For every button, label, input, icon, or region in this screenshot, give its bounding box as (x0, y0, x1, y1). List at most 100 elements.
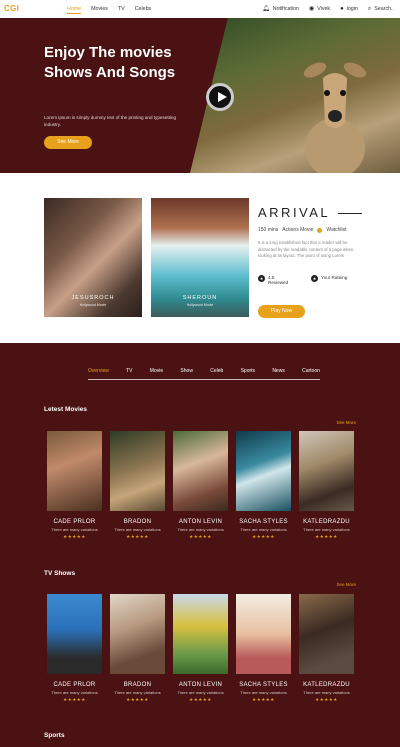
card-name: KATLEDRAZDU (303, 519, 350, 525)
tab-overview[interactable]: Overview (88, 368, 109, 374)
card-name: ANTON LEVIN (178, 682, 223, 688)
tv-card[interactable]: KATLEDRAZDU There are many variations ★★… (299, 594, 354, 703)
user-icon: ● (340, 6, 344, 12)
movie-poster (47, 431, 102, 511)
star-icon: ★ (258, 275, 265, 282)
card-desc: There are many variations (51, 527, 98, 532)
tv-card[interactable]: ANTON LEVIN There are many variations ★★… (173, 594, 228, 703)
tab-celeb[interactable]: Celeb (210, 368, 223, 374)
card-name: SACHA STYLES (239, 682, 288, 688)
play-button[interactable] (206, 83, 234, 111)
title-divider (338, 213, 362, 214)
tab-tv[interactable]: TV (126, 368, 132, 374)
tv-card[interactable]: BRADON There are many variations ★★★★★ (110, 594, 165, 703)
poster-subtitle: Hollywood Movie (79, 303, 107, 307)
feature-meta: 150 mins Actions Movie Watchlist (258, 227, 347, 233)
tv-shows-row: CADE PRLOR There are many variations ★★★… (47, 594, 354, 703)
nav-link-movies[interactable]: Movies (91, 6, 108, 14)
vivek-link[interactable]: ◉ Vivek (309, 6, 330, 12)
search-link[interactable]: ⌕ Search.. (368, 6, 394, 12)
tv-poster (299, 594, 354, 674)
card-desc: There are many variations (114, 690, 161, 695)
card-stars: ★★★★★ (126, 534, 149, 539)
reviews-text: 4.5 Reviewed (268, 275, 288, 285)
login-link[interactable]: ● login (340, 6, 358, 12)
card-desc: There are many variations (177, 527, 224, 532)
watchlist-icon (317, 227, 323, 233)
card-name: BRADON (123, 519, 152, 525)
movie-poster (236, 431, 291, 511)
nav-link-celebs[interactable]: Celebs (135, 6, 152, 14)
tv-card[interactable]: SACHA STYLES There are many variations ★… (236, 594, 291, 703)
movie-card[interactable]: BRADON There are many variations ★★★★★ (110, 431, 165, 540)
latest-movies-row: CADE PRLOR There are many variations ★★★… (47, 431, 354, 540)
latest-see-more-link[interactable]: See More (336, 420, 356, 425)
card-desc: There are many variations (240, 690, 287, 695)
nav-links: Home Movies TV Celebs (67, 6, 151, 14)
hero-section: Enjoy The movies Shows And Songs Lorem i… (0, 18, 400, 173)
play-now-button[interactable]: Play Now (258, 305, 305, 318)
watchlist-link[interactable]: Watchlist (326, 227, 346, 233)
card-name: BRADON (123, 682, 152, 688)
runtime: 150 mins (258, 227, 279, 233)
card-name: KATLEDRAZDU (303, 682, 350, 688)
tv-poster (236, 594, 291, 674)
card-desc: There are many variations (114, 527, 161, 532)
card-stars: ★★★★★ (315, 534, 338, 539)
movie-card[interactable]: SACHA STYLES There are many variations ★… (236, 431, 291, 540)
site-logo[interactable]: CGI (4, 4, 19, 13)
feature-title: ARRIVAL (258, 205, 331, 220)
card-stars: ★★★★★ (189, 534, 212, 539)
tv-poster (47, 594, 102, 674)
hero-see-more-button[interactable]: See More (44, 136, 92, 149)
card-name: CADE PRLOR (53, 682, 96, 688)
card-desc: There are many variations (177, 690, 224, 695)
movie-poster (299, 431, 354, 511)
nav-link-tv[interactable]: TV (118, 6, 125, 14)
card-stars: ★★★★★ (252, 697, 275, 702)
card-name: SACHA STYLES (239, 519, 288, 525)
search-icon: ⌕ (367, 6, 372, 12)
rating-label: Your Rateing (321, 275, 348, 280)
poster-jesusroch[interactable]: JESUSROCH Hollywood Movie (44, 198, 142, 317)
notification-link[interactable]: 🔔︎ Notification (262, 6, 299, 12)
poster-sheroun[interactable]: SHEROUN Hollywood Movie (151, 198, 249, 317)
genre: Actions Movie (282, 227, 314, 233)
card-stars: ★★★★★ (63, 534, 86, 539)
card-stars: ★★★★★ (126, 697, 149, 702)
tv-card[interactable]: CADE PRLOR There are many variations ★★★… (47, 594, 102, 703)
deer-illustration (303, 62, 367, 173)
movie-card[interactable]: ANTON LEVIN There are many variations ★★… (173, 431, 228, 540)
tab-show[interactable]: Show (180, 368, 193, 374)
card-desc: There are many variations (240, 527, 287, 532)
poster-title: JESUSROCH (71, 295, 115, 301)
card-name: CADE PRLOR (53, 519, 96, 525)
hero-description: Lorem ipsum is simply dummy text of the … (44, 115, 177, 127)
your-rating[interactable]: ★ Your Rateing (311, 275, 347, 282)
top-nav: CGI Home Movies TV Celebs 🔔︎ Notification… (0, 0, 400, 18)
category-tabs: Overview TV Movie Show Celeb Sports News… (88, 368, 320, 380)
tv-see-more-link[interactable]: See More (336, 582, 356, 587)
card-desc: There are many variations (303, 527, 350, 532)
tv-poster (110, 594, 165, 674)
nav-right: 🔔︎ Notification ◉ Vivek ● login ⌕ Search.. (262, 6, 394, 12)
card-desc: There are many variations (51, 690, 98, 695)
card-stars: ★★★★★ (252, 534, 275, 539)
movie-poster (173, 431, 228, 511)
reviews-label: Reviewed (268, 280, 289, 285)
movie-poster (110, 431, 165, 511)
sports-heading: Sports (44, 732, 65, 739)
tab-cartoon[interactable]: Cartoon (302, 368, 320, 374)
card-stars: ★★★★★ (189, 697, 212, 702)
latest-movies-heading: Letest Movies (44, 406, 87, 413)
notification-label: Notification (272, 6, 299, 12)
tab-news[interactable]: News (272, 368, 285, 374)
card-stars: ★★★★★ (63, 697, 86, 702)
nav-link-home[interactable]: Home (67, 6, 82, 14)
tab-movie[interactable]: Movie (150, 368, 163, 374)
card-desc: There are many variations (303, 690, 350, 695)
tab-sports[interactable]: Sports (241, 368, 255, 374)
feature-description: It is a long established fact that a rea… (258, 240, 354, 258)
movie-card[interactable]: CADE PRLOR There are many variations ★★★… (47, 431, 102, 540)
movie-card[interactable]: KATLEDRAZDU There are many variations ★★… (299, 431, 354, 540)
